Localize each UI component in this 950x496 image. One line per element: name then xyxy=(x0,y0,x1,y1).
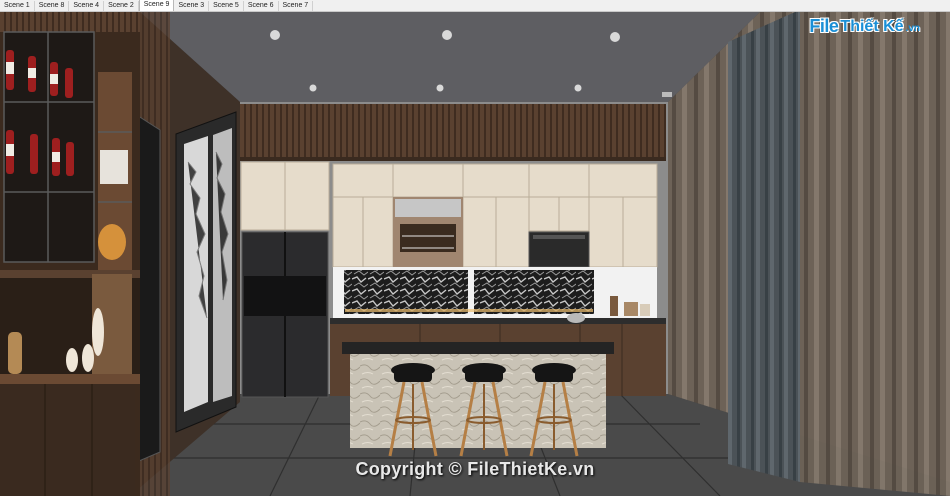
ceiling-light xyxy=(436,84,444,92)
decor-bottle xyxy=(8,332,22,374)
range-hood xyxy=(395,199,461,217)
glass-door-pane xyxy=(184,136,208,412)
slat-bulkhead xyxy=(240,104,666,159)
tab-scene-4[interactable]: Scene 4 xyxy=(69,1,105,11)
logo-brand-text: Thiết Kế xyxy=(840,17,904,35)
countertop xyxy=(330,318,666,324)
ceiling xyxy=(140,12,760,102)
wine-cabinet-glass xyxy=(3,31,95,263)
backsplash-panel-left xyxy=(344,270,468,314)
shelf-lamp xyxy=(98,224,126,260)
ceiling-light xyxy=(610,32,620,42)
tab-scene-3[interactable]: Scene 3 xyxy=(174,1,210,11)
copyright-watermark: Copyright © FileThietKe.vn xyxy=(355,459,595,479)
ceiling-light xyxy=(309,84,317,92)
ceiling-light xyxy=(574,84,582,92)
3d-viewport[interactable] xyxy=(0,12,950,496)
curtain-blackout xyxy=(728,12,800,482)
ceiling-light xyxy=(270,30,280,40)
shelf-decor xyxy=(100,150,128,184)
tab-scene-7[interactable]: Scene 7 xyxy=(279,1,314,11)
logo-file-text: File xyxy=(809,16,839,36)
logo-domain-text: .vn xyxy=(905,23,920,34)
curtain-sheer-front xyxy=(800,12,950,496)
ceiling-light xyxy=(442,30,452,40)
backsplash-panel-right xyxy=(474,270,594,314)
kettle xyxy=(567,313,585,323)
watermark-logo: File Thiết Kế .vn xyxy=(809,16,920,37)
tab-scene-6[interactable]: Scene 6 xyxy=(244,1,279,11)
tab-scene-2[interactable]: Scene 2 xyxy=(104,1,139,11)
island-top xyxy=(342,342,614,354)
scene-tab-bar: Scene 1 Scene 8 Scene 4 Scene 2 Scene 9 … xyxy=(0,0,950,12)
tab-scene-8[interactable]: Scene 8 xyxy=(35,1,70,11)
tab-scene-1[interactable]: Scene 1 xyxy=(0,1,35,11)
kitchen-render xyxy=(0,12,950,496)
tab-scene-5[interactable]: Scene 5 xyxy=(209,1,244,11)
tab-scene-9[interactable]: Scene 9 xyxy=(138,0,175,11)
